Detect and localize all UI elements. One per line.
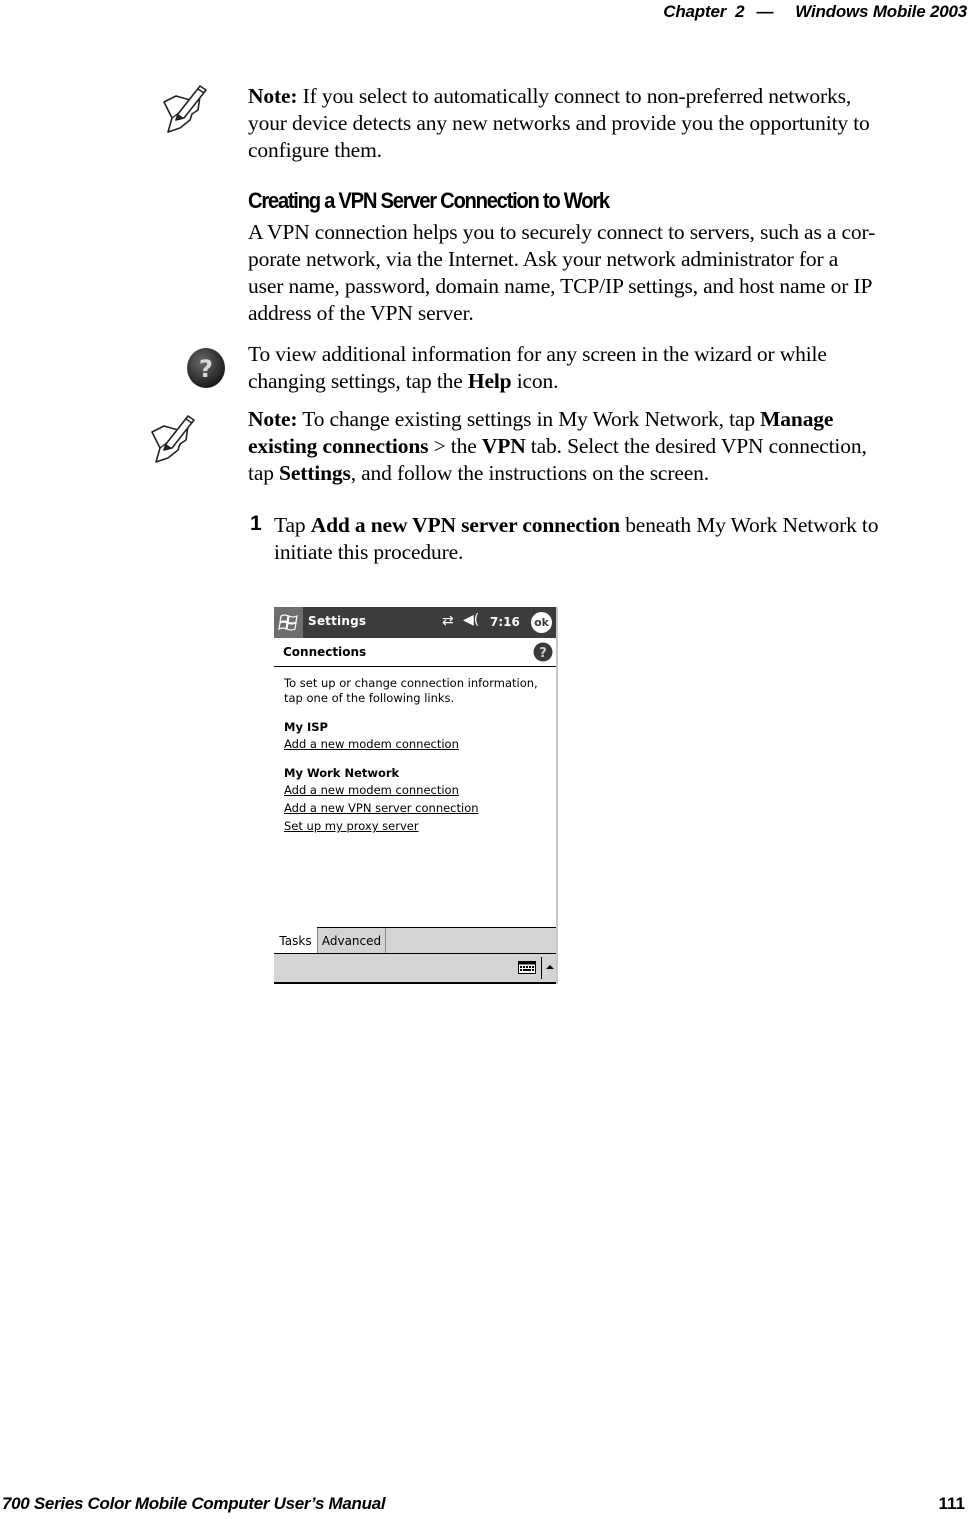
step-1-text: Tap Add a new VPN server connection bene… [274, 513, 879, 564]
sip-separator [541, 957, 542, 979]
tab-tasks[interactable]: Tasks [274, 927, 317, 954]
link-add-vpn-server[interactable]: Add a new VPN server connection [284, 799, 552, 817]
page-header: Connections ? [274, 638, 556, 667]
ok-button[interactable]: ok [531, 612, 552, 633]
group-title: My ISP [284, 720, 328, 734]
menu-bar [274, 953, 556, 984]
chapter-label: Chapter 2 [663, 2, 745, 21]
help-icon: ? [187, 348, 225, 388]
tab-advanced[interactable]: Advanced [317, 928, 386, 953]
section-heading: Creating a VPN Server Connection to Work [248, 188, 610, 213]
note-label: Note: [248, 407, 298, 431]
link-add-modem-work[interactable]: Add a new modem connection [284, 781, 552, 799]
step-number: 1 [250, 512, 262, 535]
device-screenshot: Settings ⇄ ◀( 7:16 ok Connections ? To s… [274, 607, 558, 984]
svg-text:?: ? [539, 646, 547, 661]
page-number: 111 [938, 1494, 966, 1513]
windows-flag-icon [277, 613, 298, 631]
header-dash: — [756, 2, 774, 21]
title-bar: Settings ⇄ ◀( 7:16 ok [274, 607, 556, 638]
section-body: A VPN connection helps you to securely c… [248, 220, 876, 325]
connections-body: To set up or change connection informati… [284, 676, 552, 848]
up-arrow-icon[interactable] [546, 965, 554, 969]
svg-text:?: ? [199, 355, 213, 383]
group-my-isp: My ISP Add a new modem connection [284, 720, 552, 753]
connectivity-arrows-icon[interactable]: ⇄ [442, 613, 454, 629]
note-label: Note: [248, 84, 298, 108]
running-header: Chapter 2 — Windows Mobile 2003 [663, 2, 967, 22]
group-title: My Work Network [284, 766, 400, 780]
help-tip: To view additional information for any s… [248, 342, 827, 393]
link-setup-proxy[interactable]: Set up my proxy server [284, 817, 552, 835]
start-button[interactable] [274, 607, 303, 638]
note-pencil-icon [163, 85, 207, 133]
footer-manual-title: 700 Series Color Mobile Computer User’s … [2, 1494, 386, 1513]
tab-bar: Tasks Advanced [274, 927, 556, 954]
header-title: Windows Mobile 2003 [795, 2, 967, 21]
speaker-icon[interactable]: ◀( [463, 612, 479, 628]
note-1: Note: If you select to automatically con… [248, 84, 870, 162]
app-title: Settings [308, 614, 367, 628]
intro-text: To set up or change connection informati… [284, 676, 538, 705]
link-add-modem-isp[interactable]: Add a new modem connection [284, 735, 552, 753]
clock[interactable]: 7:16 [490, 615, 520, 629]
note-pencil-icon [151, 415, 195, 463]
page-title: Connections [283, 645, 367, 659]
note-2: Note: To change existing settings in My … [248, 407, 867, 485]
help-icon[interactable]: ? [533, 642, 553, 662]
group-my-work-network: My Work Network Add a new modem connecti… [284, 766, 552, 835]
keyboard-icon[interactable] [518, 961, 536, 974]
